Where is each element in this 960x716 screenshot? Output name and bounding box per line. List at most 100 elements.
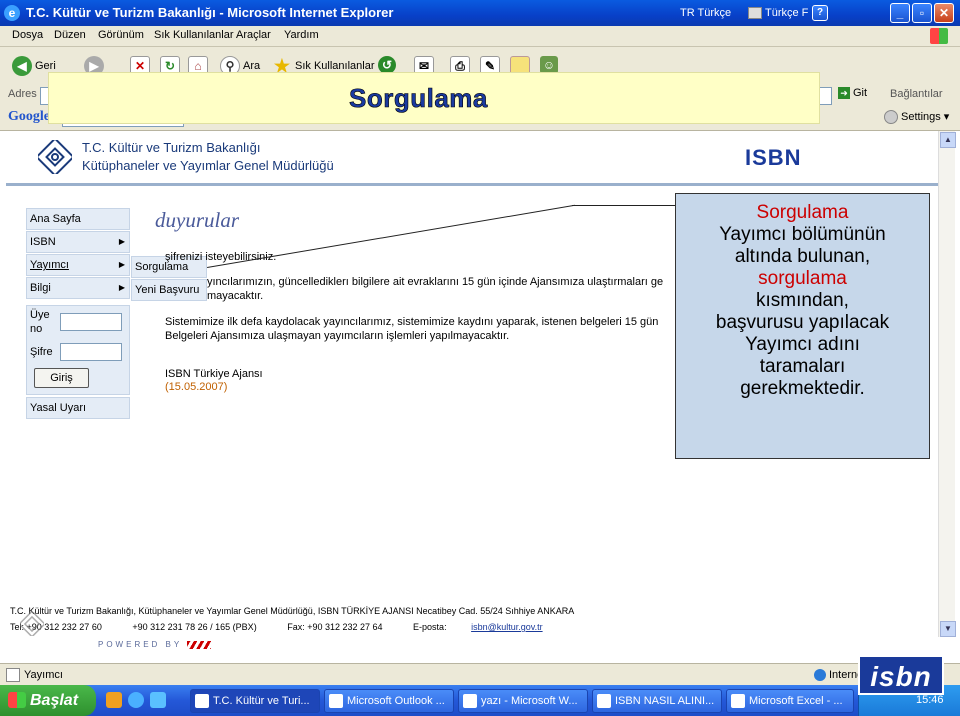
announcement-line: Belgeleri Ajansımıza ulaşmayan yayımcıla… (165, 330, 510, 342)
callout-line: Sorgulama (756, 202, 849, 223)
task-excel[interactable]: Microsoft Excel - ... (726, 689, 854, 713)
language-indicator[interactable]: TR Türkçe (680, 5, 731, 21)
member-label-2: no (30, 323, 43, 335)
chevron-right-icon: ▶ (118, 237, 125, 246)
vertical-scrollbar[interactable]: ▲ ▼ (938, 131, 956, 637)
help-button[interactable]: ? (812, 5, 828, 21)
footer-logo-icon (18, 610, 46, 638)
nav-info[interactable]: Bilgi ▶ (26, 277, 130, 299)
password-input[interactable] (60, 343, 122, 361)
nav-isbn[interactable]: ISBN ▶ (26, 231, 130, 253)
signature-date: (15.05.2007) (165, 381, 228, 393)
globe-icon (814, 669, 826, 682)
callout-line: taramaları (759, 356, 846, 377)
announcement-line: Sistemimize ilk defa kaydolacak yayıncıl… (165, 316, 659, 328)
nav-home[interactable]: Ana Sayfa (26, 208, 130, 230)
window-title: T.C. Kültür ve Turizm Bakanlığı - Micros… (26, 5, 394, 20)
menu-edit[interactable]: Düzen (54, 29, 86, 41)
task-word[interactable]: yazı - Microsoft W... (458, 689, 588, 713)
scroll-up-icon[interactable]: ▲ (940, 132, 956, 148)
links-label[interactable]: Bağlantılar (890, 88, 943, 100)
nav-info-label: Bilgi (30, 282, 51, 294)
footer-pbx: +90 312 231 78 26 / 165 (PBX) (132, 622, 257, 632)
maximize-button[interactable]: ▫ (912, 3, 932, 23)
desktop-quicklaunch-icon[interactable] (150, 692, 166, 708)
powered-by-logo-icon (187, 640, 212, 649)
password-label: Şifre (30, 346, 53, 358)
excel-task-icon (731, 694, 745, 708)
nav-home-label: Ana Sayfa (30, 213, 81, 225)
keyboard-label: Türkçe F (765, 7, 809, 19)
announcement-line: mayacaktır. (207, 290, 264, 302)
google-logo[interactable]: Google (8, 109, 50, 125)
ie-icon: e (4, 5, 20, 21)
nav-isbn-label: ISBN (30, 236, 56, 248)
submenu-new-application[interactable]: Yeni Başvuru (131, 279, 207, 301)
favorites-label: Sık Kullanılanlar (295, 60, 375, 72)
menu-file[interactable]: Dosya (12, 29, 43, 41)
start-label: Başlat (30, 692, 79, 709)
settings-label: Settings (901, 111, 941, 123)
page-icon (6, 668, 20, 682)
minimize-button[interactable]: _ (890, 3, 910, 23)
menu-favorites[interactable]: Sık Kullanılanlar (154, 29, 234, 41)
settings-icon (884, 110, 898, 125)
callout-line: başvurusu yapılacak (715, 312, 890, 333)
menu-bar: Dosya Düzen Görünüm Sık Kullanılanlar Ar… (0, 26, 960, 47)
callout-line: sorgulama (758, 268, 847, 289)
search-label: Ara (243, 60, 261, 72)
footer-email-label: E-posta: (413, 622, 447, 632)
google-settings-button[interactable]: Settings ▾ (884, 110, 949, 125)
task-label: ISBN NASIL ALINI... (615, 695, 715, 707)
slide-title: Sorgulama (349, 83, 488, 114)
task-ie[interactable]: T.C. Kültür ve Turi... (190, 689, 320, 713)
close-button[interactable]: ✕ (934, 3, 954, 23)
footer-address: T.C. Kültür ve Turizm Bakanlığı, Kütüpha… (10, 606, 575, 616)
footer-contact: Tel: +90 312 232 27 60 +90 312 231 78 26… (10, 622, 543, 632)
nav-legal[interactable]: Yasal Uyarı (26, 397, 130, 419)
taskbar: Başlat T.C. Kültür ve Turi... Microsoft … (0, 685, 960, 716)
callout-line: Yayımcı bölümünün (719, 224, 886, 245)
chevron-right-icon: ▶ (118, 283, 125, 292)
task-label: Microsoft Excel - ... (749, 695, 843, 707)
menu-tools[interactable]: Araçlar (236, 29, 271, 41)
callout-text: Sorgulama Yayımcı bölümünün altında buluna… (676, 202, 929, 400)
powered-by: POWERED BY (98, 640, 212, 649)
task-outlook[interactable]: Microsoft Outlook ... (324, 689, 454, 713)
task-label: T.C. Kültür ve Turi... (213, 695, 310, 707)
nav-publisher[interactable]: Yayımcı ▶ (26, 254, 130, 276)
windows-flag-icon (8, 692, 26, 708)
outlook-task-icon (329, 694, 343, 708)
windows-logo-icon (930, 28, 948, 44)
footer-fax: Fax: +90 312 232 27 64 (287, 622, 383, 632)
ministry-name: T.C. Kültür ve Turizm Bakanlığı (82, 140, 261, 155)
address-label: Adres (8, 88, 37, 100)
member-label: Üye (30, 309, 50, 321)
member-number-input[interactable] (60, 313, 122, 331)
powerpoint-task-icon (597, 694, 611, 708)
go-button[interactable]: ➜ Git (838, 87, 868, 100)
footer-email-link[interactable]: isbn@kultur.gov.tr (471, 622, 543, 632)
nav-legal-label: Yasal Uyarı (30, 402, 87, 414)
chevron-right-icon: ▶ (118, 260, 125, 269)
menu-view[interactable]: Görünüm (98, 29, 144, 41)
task-powerpoint[interactable]: ISBN NASIL ALINI... (592, 689, 722, 713)
login-button[interactable]: Giriş (34, 368, 89, 388)
word-task-icon (463, 694, 477, 708)
header-divider (6, 183, 938, 186)
quicklaunch-icon[interactable] (106, 692, 122, 708)
scroll-down-icon[interactable]: ▼ (940, 621, 956, 637)
ie-quicklaunch-icon[interactable] (128, 692, 144, 708)
status-bar: Yayımcı Internet (0, 663, 960, 686)
explanation-callout: Sorgulama Yayımcı bölümünün altında buluna… (675, 193, 930, 459)
nav-publisher-label: Yayımcı (30, 259, 69, 271)
task-label: yazı - Microsoft W... (481, 695, 578, 707)
keyboard-icon (748, 7, 762, 20)
directorate-name: Kütüphaneler ve Yayımlar Genel Müdürlüğü (82, 158, 334, 173)
menu-help[interactable]: Yardım (284, 29, 319, 41)
go-label: Git (853, 87, 868, 99)
start-button[interactable]: Başlat (0, 685, 96, 716)
back-arrow-icon: ◀ (12, 56, 32, 77)
ministry-logo (38, 140, 72, 174)
keyboard-indicator[interactable]: Türkçe F (748, 5, 808, 21)
